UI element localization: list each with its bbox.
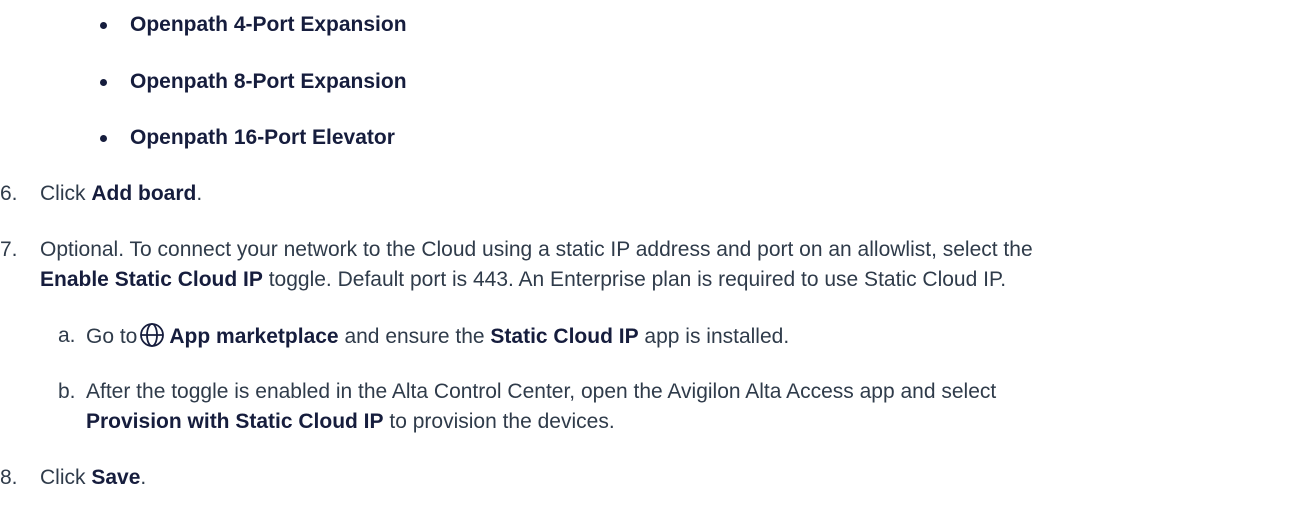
step-number: 6. (0, 182, 18, 205)
sub-step-middle: and ensure the (338, 325, 491, 348)
sub-step-text-line-2: Provision with Static Cloud IP to provis… (86, 408, 615, 436)
step-text-line-1: Optional. To connect your network to the… (40, 238, 1033, 261)
step-text: Click Save. (40, 464, 146, 492)
globe-icon (140, 323, 165, 347)
enable-static-cloud-ip-label: Enable Static Cloud IP (40, 268, 263, 291)
step-number: 8. (0, 466, 18, 489)
step-text-line-2: Enable Static Cloud IP toggle. Default p… (40, 266, 1006, 294)
bullet-text: Openpath 8-Port Expansion (130, 70, 407, 93)
add-board-label: Add board (91, 182, 197, 205)
bullet-dot (100, 79, 107, 86)
step-number: 7. (0, 238, 18, 261)
sub-step-letter: b. (58, 380, 76, 403)
step-text-prefix: Click (40, 182, 92, 205)
provision-with-static-cloud-ip-label: Provision with Static Cloud IP (86, 410, 384, 433)
bullet-dot (100, 22, 107, 29)
sub-step-text-line-1: After the toggle is enabled in the Alta … (86, 380, 997, 403)
static-cloud-ip-label: Static Cloud IP (490, 325, 639, 348)
sub-step-text: Go to App marketplace and ensure the Stat… (86, 322, 789, 351)
sub-step-prefix: Go to (86, 325, 138, 348)
bullet-text: Openpath 4-Port Expansion (130, 13, 407, 36)
step-text: Click Add board. (40, 180, 202, 208)
bullet-dot (100, 135, 107, 142)
sub-step-rest: to provision the devices. (383, 410, 615, 433)
document-page: Openpath 4-Port Expansion Openpath 8-Por… (0, 0, 1294, 510)
step-text-prefix: Click (40, 466, 92, 489)
step-text-suffix: . (140, 466, 147, 489)
save-label: Save (91, 466, 141, 489)
step-text-rest: toggle. Default port is 443. An Enterpri… (262, 268, 1007, 291)
sub-step-suffix: app is installed. (638, 325, 790, 348)
step-text-suffix: . (196, 182, 203, 205)
app-marketplace-label: App marketplace (169, 325, 339, 348)
bullet-text: Openpath 16-Port Elevator (130, 126, 395, 149)
sub-step-letter: a. (58, 324, 76, 347)
